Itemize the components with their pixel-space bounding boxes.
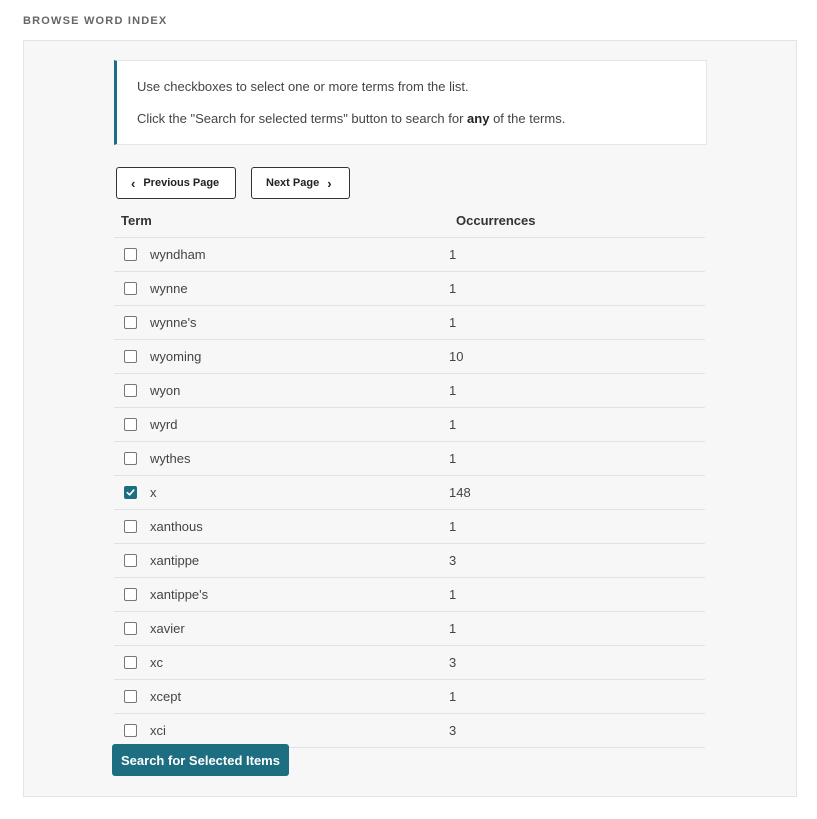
term-label: xantippe's bbox=[150, 587, 209, 602]
term-label: wyndham bbox=[150, 247, 206, 262]
instructions-emphasis: any bbox=[467, 111, 490, 126]
search-selected-button[interactable]: Search for Selected Items bbox=[112, 744, 289, 776]
occurrences-cell: 1 bbox=[449, 689, 457, 704]
table-row: wyndham 1 bbox=[114, 238, 705, 272]
instructions-line-1: Use checkboxes to select one or more ter… bbox=[137, 79, 469, 94]
next-page-label: Next Page bbox=[266, 177, 320, 189]
chevron-left-icon: ‹ bbox=[131, 175, 136, 191]
table-body: wyndham 1 wynne 1 wynne's 1 wyoming 10 wyon 1 wyrd… bbox=[114, 238, 705, 748]
table-header: Term Occurrences bbox=[114, 204, 705, 238]
table-row: xc 3 bbox=[114, 646, 705, 680]
table-row: wyon 1 bbox=[114, 374, 705, 408]
term-cell: xcept bbox=[114, 689, 449, 704]
term-label: xci bbox=[150, 723, 166, 738]
term-label: wyoming bbox=[150, 349, 202, 364]
table-row: xantippe's 1 bbox=[114, 578, 705, 612]
occurrences-cell: 1 bbox=[449, 281, 457, 296]
chevron-right-icon: › bbox=[327, 175, 332, 191]
table-row: wyoming 10 bbox=[114, 340, 705, 374]
term-checkbox[interactable] bbox=[124, 588, 137, 601]
table-row: xavier 1 bbox=[114, 612, 705, 646]
table-row: wynne's 1 bbox=[114, 306, 705, 340]
term-checkbox[interactable] bbox=[124, 248, 137, 261]
term-checkbox[interactable] bbox=[124, 486, 137, 499]
term-label: xc bbox=[150, 655, 163, 670]
occurrences-cell: 1 bbox=[449, 383, 457, 398]
term-label: wynne bbox=[150, 281, 188, 296]
term-checkbox[interactable] bbox=[124, 656, 137, 669]
table-row: wyrd 1 bbox=[114, 408, 705, 442]
table-row: xcept 1 bbox=[114, 680, 705, 714]
previous-page-button[interactable]: ‹ Previous Page bbox=[116, 167, 236, 199]
term-label: xavier bbox=[150, 621, 185, 636]
term-cell: xc bbox=[114, 655, 449, 670]
term-checkbox[interactable] bbox=[124, 690, 137, 703]
table-row: xci 3 bbox=[114, 714, 705, 748]
next-page-button[interactable]: Next Page › bbox=[251, 167, 350, 199]
term-label: xcept bbox=[150, 689, 182, 704]
term-checkbox[interactable] bbox=[124, 418, 137, 431]
term-label: wynne's bbox=[150, 315, 197, 330]
occurrences-cell: 148 bbox=[449, 485, 471, 500]
term-cell: wynne bbox=[114, 281, 449, 296]
term-cell: wyndham bbox=[114, 247, 449, 262]
term-cell: xavier bbox=[114, 621, 449, 636]
term-checkbox[interactable] bbox=[124, 622, 137, 635]
occurrences-cell: 1 bbox=[449, 315, 457, 330]
term-cell: xci bbox=[114, 723, 449, 738]
term-cell: xanthous bbox=[114, 519, 449, 534]
word-table: Term Occurrences wyndham 1 wynne 1 wynne's 1 w… bbox=[114, 204, 705, 748]
term-checkbox[interactable] bbox=[124, 554, 137, 567]
instructions-text: Click the "Search for selected terms" bu… bbox=[137, 111, 468, 126]
term-label: x bbox=[150, 485, 157, 500]
term-label: wyrd bbox=[150, 417, 178, 432]
term-cell: wythes bbox=[114, 451, 449, 466]
column-header-occurrences: Occurrences bbox=[456, 213, 536, 228]
term-cell: wyrd bbox=[114, 417, 449, 432]
occurrences-cell: 1 bbox=[449, 451, 457, 466]
table-row: x 148 bbox=[114, 476, 705, 510]
term-checkbox[interactable] bbox=[124, 520, 137, 533]
occurrences-cell: 1 bbox=[449, 519, 457, 534]
term-cell: x bbox=[114, 485, 449, 500]
occurrences-cell: 1 bbox=[449, 621, 457, 636]
term-cell: wyoming bbox=[114, 349, 449, 364]
occurrences-cell: 10 bbox=[449, 349, 464, 364]
occurrences-cell: 1 bbox=[449, 247, 457, 262]
occurrences-cell: 1 bbox=[449, 587, 457, 602]
table-row: xanthous 1 bbox=[114, 510, 705, 544]
section-title: BROWSE WORD INDEX bbox=[23, 15, 168, 27]
occurrences-cell: 3 bbox=[449, 553, 457, 568]
term-label: xanthous bbox=[150, 519, 203, 534]
term-checkbox[interactable] bbox=[124, 316, 137, 329]
occurrences-cell: 1 bbox=[449, 417, 457, 432]
checkmark-icon bbox=[126, 489, 135, 496]
instructions-text-end: of the terms. bbox=[489, 111, 566, 126]
instructions-box: Use checkboxes to select one or more ter… bbox=[114, 60, 707, 145]
table-row: wynne 1 bbox=[114, 272, 705, 306]
column-header-term: Term bbox=[121, 213, 152, 228]
term-label: wyon bbox=[150, 383, 181, 398]
occurrences-cell: 3 bbox=[449, 723, 457, 738]
table-row: wythes 1 bbox=[114, 442, 705, 476]
term-cell: wyon bbox=[114, 383, 449, 398]
table-row: xantippe 3 bbox=[114, 544, 705, 578]
instructions-line-2: Click the "Search for selected terms" bu… bbox=[137, 111, 565, 126]
term-cell: wynne's bbox=[114, 315, 449, 330]
term-cell: xantippe bbox=[114, 553, 449, 568]
term-label: wythes bbox=[150, 451, 191, 466]
term-checkbox[interactable] bbox=[124, 282, 137, 295]
term-checkbox[interactable] bbox=[124, 350, 137, 363]
term-cell: xantippe's bbox=[114, 587, 449, 602]
term-checkbox[interactable] bbox=[124, 384, 137, 397]
term-label: xantippe bbox=[150, 553, 200, 568]
word-index-panel: Use checkboxes to select one or more ter… bbox=[23, 40, 797, 797]
term-checkbox[interactable] bbox=[124, 452, 137, 465]
occurrences-cell: 3 bbox=[449, 655, 457, 670]
term-checkbox[interactable] bbox=[124, 724, 137, 737]
previous-page-label: Previous Page bbox=[143, 177, 220, 189]
